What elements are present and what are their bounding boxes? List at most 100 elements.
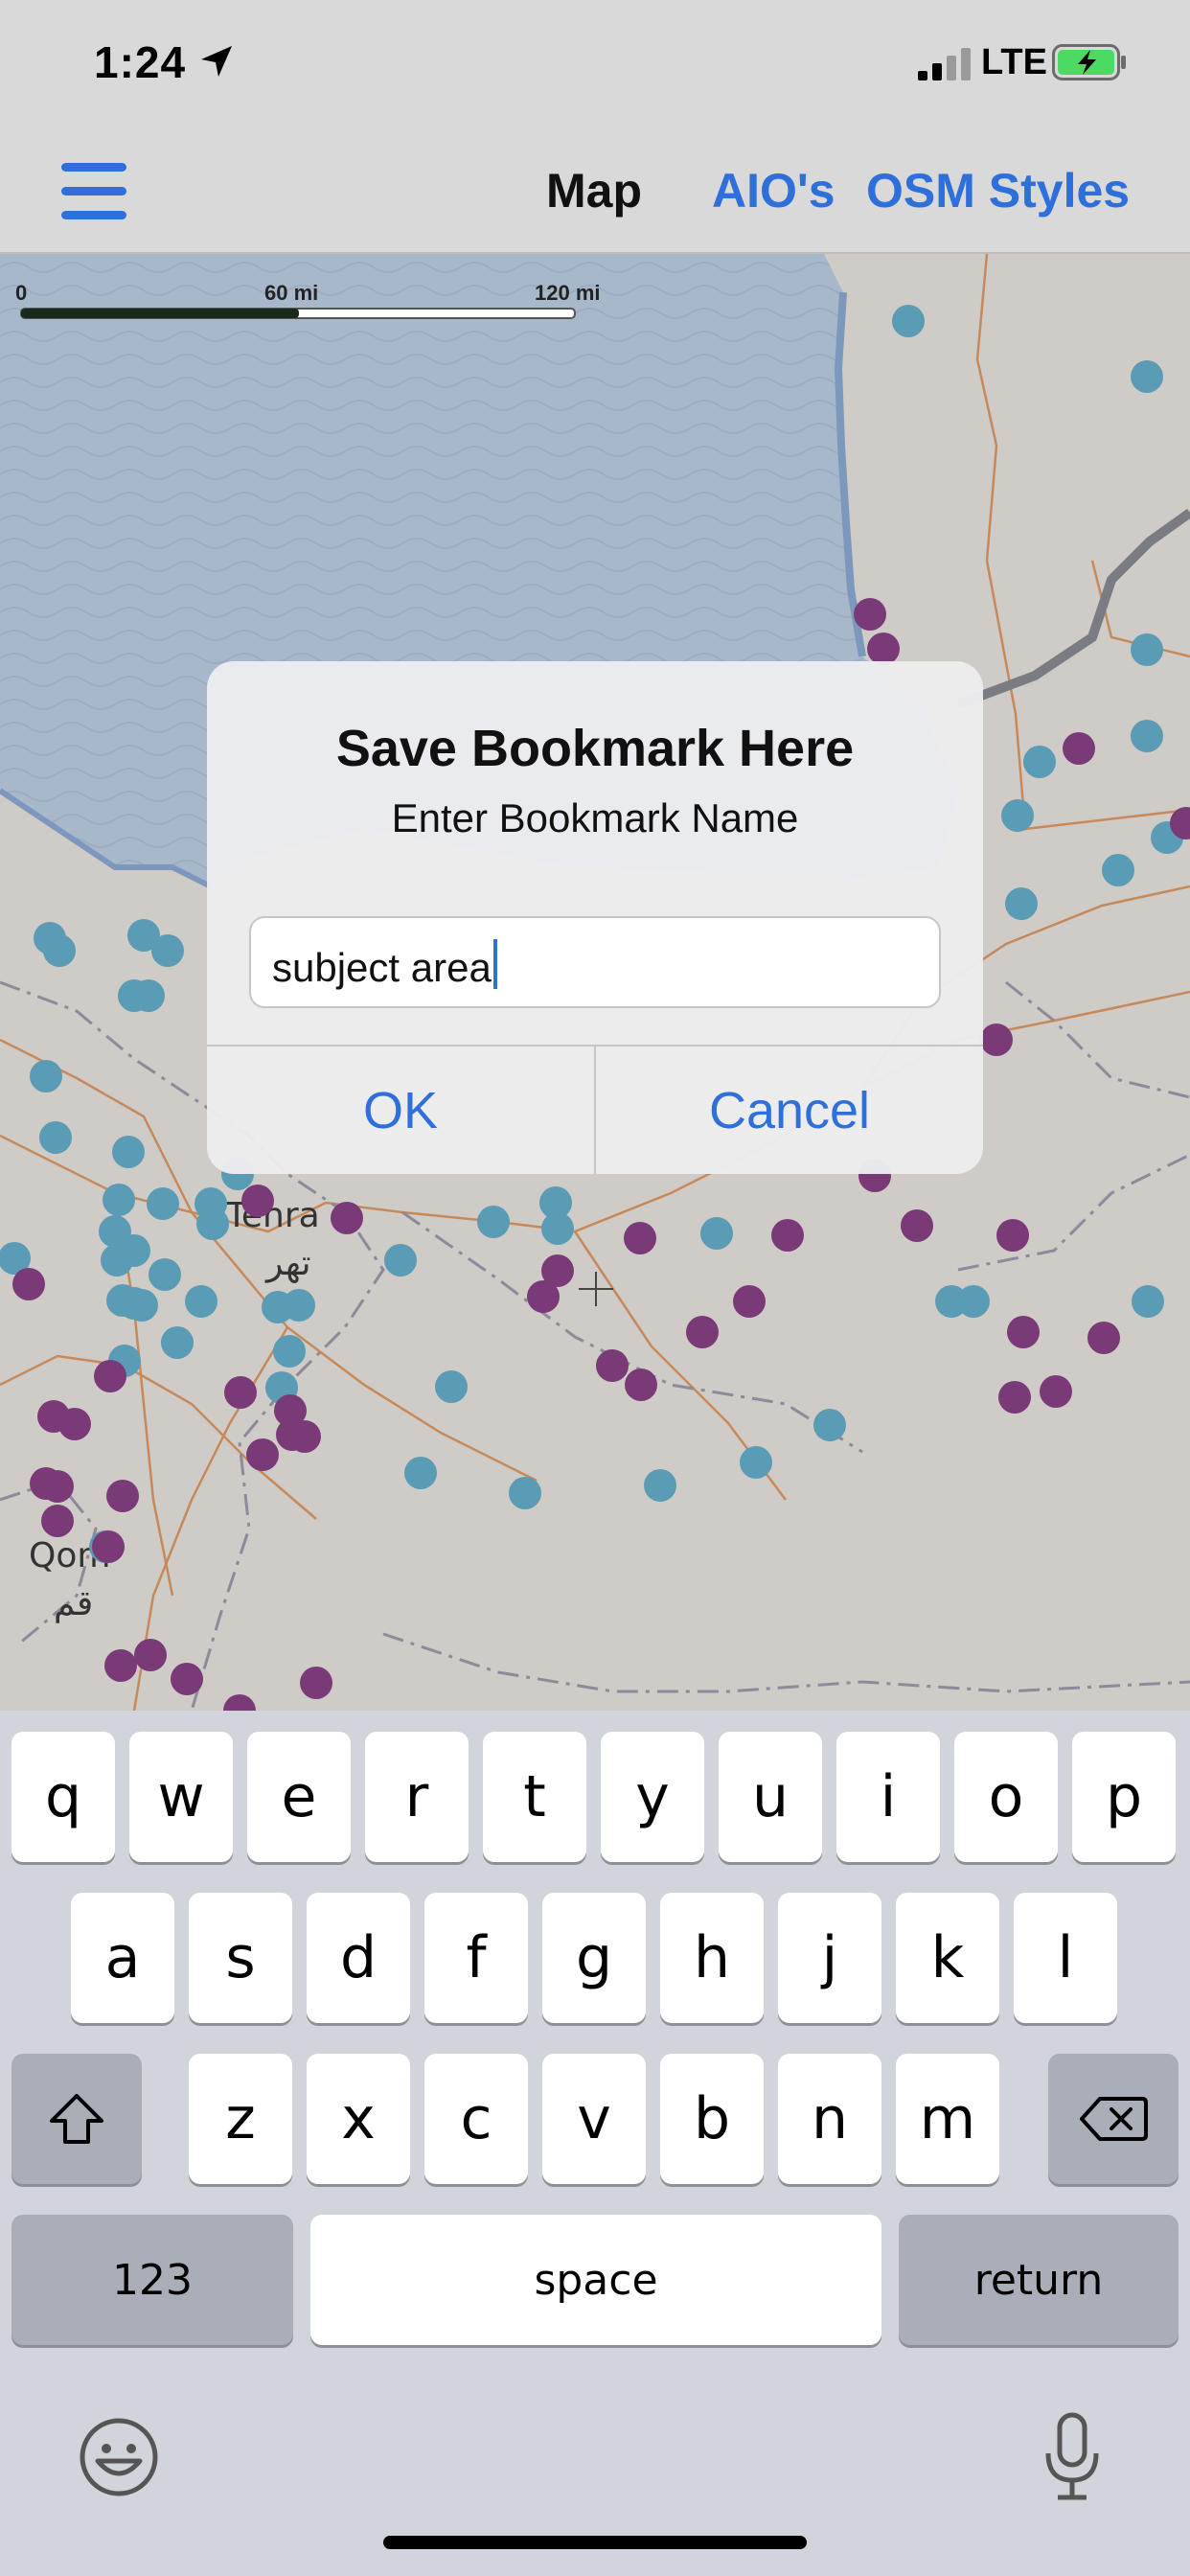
cancel-button[interactable]: Cancel [596, 1046, 983, 1174]
map-marker-teal[interactable] [126, 1289, 158, 1322]
backspace-key[interactable] [1048, 2054, 1179, 2184]
map-marker-purple[interactable] [596, 1349, 629, 1382]
map-marker-purple[interactable] [106, 1480, 139, 1512]
key-e[interactable]: e [247, 1732, 351, 1862]
map-marker-purple[interactable] [58, 1408, 91, 1440]
map-marker-purple[interactable] [92, 1530, 125, 1563]
key-n[interactable]: n [778, 2054, 881, 2184]
key-j[interactable]: j [778, 1893, 881, 2023]
map-marker-teal[interactable] [112, 1136, 145, 1168]
map-marker-purple[interactable] [901, 1209, 933, 1242]
key-c[interactable]: c [424, 2054, 528, 2184]
map-marker-purple[interactable] [686, 1316, 719, 1348]
map-marker-teal[interactable] [1131, 360, 1163, 393]
map-marker-teal[interactable] [161, 1326, 194, 1359]
map-marker-purple[interactable] [331, 1202, 363, 1234]
map-marker-teal[interactable] [740, 1446, 772, 1479]
map-marker-purple[interactable] [625, 1368, 657, 1401]
key-k[interactable]: k [896, 1893, 999, 2023]
map-marker-teal[interactable] [509, 1477, 541, 1509]
map-marker-purple[interactable] [980, 1024, 1013, 1056]
space-key[interactable]: space [310, 2215, 881, 2345]
osm-styles-link[interactable]: OSM Styles [866, 163, 1130, 218]
key-o[interactable]: o [954, 1732, 1058, 1862]
map-marker-purple[interactable] [104, 1649, 137, 1682]
key-f[interactable]: f [424, 1893, 528, 2023]
map-marker-teal[interactable] [147, 1187, 179, 1220]
map-marker-teal[interactable] [813, 1409, 846, 1441]
key-z[interactable]: z [189, 2054, 292, 2184]
map-marker-purple[interactable] [1087, 1322, 1120, 1354]
key-m[interactable]: m [896, 2054, 999, 2184]
aios-link[interactable]: AIO's [712, 163, 835, 218]
map-marker-purple[interactable] [94, 1360, 126, 1392]
map-marker-purple[interactable] [998, 1381, 1031, 1414]
return-key[interactable]: return [899, 2215, 1179, 2345]
map-marker-teal[interactable] [957, 1285, 990, 1318]
map-marker-purple[interactable] [224, 1376, 257, 1409]
map-marker-purple[interactable] [733, 1285, 766, 1318]
key-y[interactable]: y [601, 1732, 704, 1862]
map-marker-teal[interactable] [644, 1469, 676, 1502]
map-marker-teal[interactable] [185, 1285, 217, 1318]
key-x[interactable]: x [307, 2054, 410, 2184]
map-marker-teal[interactable] [1023, 746, 1056, 778]
emoji-icon[interactable] [79, 2417, 159, 2497]
map-marker-purple[interactable] [1040, 1375, 1072, 1408]
key-v[interactable]: v [542, 2054, 646, 2184]
numbers-key[interactable]: 123 [11, 2215, 293, 2345]
key-w[interactable]: w [129, 1732, 233, 1862]
hamburger-menu-icon[interactable] [61, 163, 126, 220]
map-marker-teal[interactable] [1102, 854, 1134, 886]
shift-key[interactable] [11, 2054, 142, 2184]
map-marker-teal[interactable] [283, 1289, 315, 1322]
map-marker-purple[interactable] [1007, 1316, 1040, 1348]
map-marker-purple[interactable] [300, 1667, 332, 1699]
map-marker-teal[interactable] [435, 1370, 468, 1403]
map-marker-teal[interactable] [1131, 720, 1163, 752]
map-marker-teal[interactable] [1005, 887, 1038, 920]
map-marker-teal[interactable] [1131, 633, 1163, 666]
key-h[interactable]: h [660, 1893, 764, 2023]
map-marker-teal[interactable] [384, 1244, 417, 1276]
map-marker-purple[interactable] [1063, 732, 1095, 765]
key-r[interactable]: r [365, 1732, 469, 1862]
map-marker-teal[interactable] [151, 934, 184, 967]
map-marker-purple[interactable] [241, 1184, 274, 1217]
map-marker-teal[interactable] [541, 1212, 574, 1245]
map-marker-teal[interactable] [477, 1206, 510, 1238]
map-marker-teal[interactable] [273, 1335, 306, 1368]
map-marker-purple[interactable] [771, 1219, 804, 1252]
key-b[interactable]: b [660, 2054, 764, 2184]
key-u[interactable]: u [719, 1732, 822, 1862]
map-marker-teal[interactable] [101, 1244, 133, 1276]
microphone-icon[interactable] [1041, 2411, 1104, 2503]
map-marker-purple[interactable] [288, 1420, 321, 1453]
ok-button[interactable]: OK [207, 1046, 594, 1174]
map-marker-teal[interactable] [404, 1457, 437, 1489]
map-marker-teal[interactable] [43, 934, 76, 967]
map-marker-teal[interactable] [700, 1217, 733, 1250]
map-marker-teal[interactable] [149, 1258, 181, 1291]
map-marker-teal[interactable] [1001, 799, 1034, 832]
map-marker-purple[interactable] [624, 1222, 656, 1254]
key-g[interactable]: g [542, 1893, 646, 2023]
map-marker-teal[interactable] [103, 1184, 135, 1216]
key-i[interactable]: i [836, 1732, 940, 1862]
map-marker-purple[interactable] [12, 1268, 45, 1300]
map-marker-purple[interactable] [996, 1219, 1029, 1252]
map-marker-purple[interactable] [171, 1663, 203, 1695]
key-q[interactable]: q [11, 1732, 115, 1862]
map-marker-teal[interactable] [39, 1121, 72, 1154]
map-marker-purple[interactable] [41, 1470, 74, 1503]
map-marker-purple[interactable] [527, 1280, 560, 1313]
map-marker-purple[interactable] [134, 1639, 167, 1671]
map-marker-purple[interactable] [41, 1505, 74, 1537]
key-d[interactable]: d [307, 1893, 410, 2023]
map-marker-teal[interactable] [30, 1060, 62, 1092]
map-marker-teal[interactable] [196, 1208, 229, 1240]
key-p[interactable]: p [1072, 1732, 1176, 1862]
bookmark-name-input[interactable]: subject area [249, 916, 941, 1008]
key-l[interactable]: l [1014, 1893, 1117, 2023]
map-marker-purple[interactable] [246, 1438, 279, 1471]
